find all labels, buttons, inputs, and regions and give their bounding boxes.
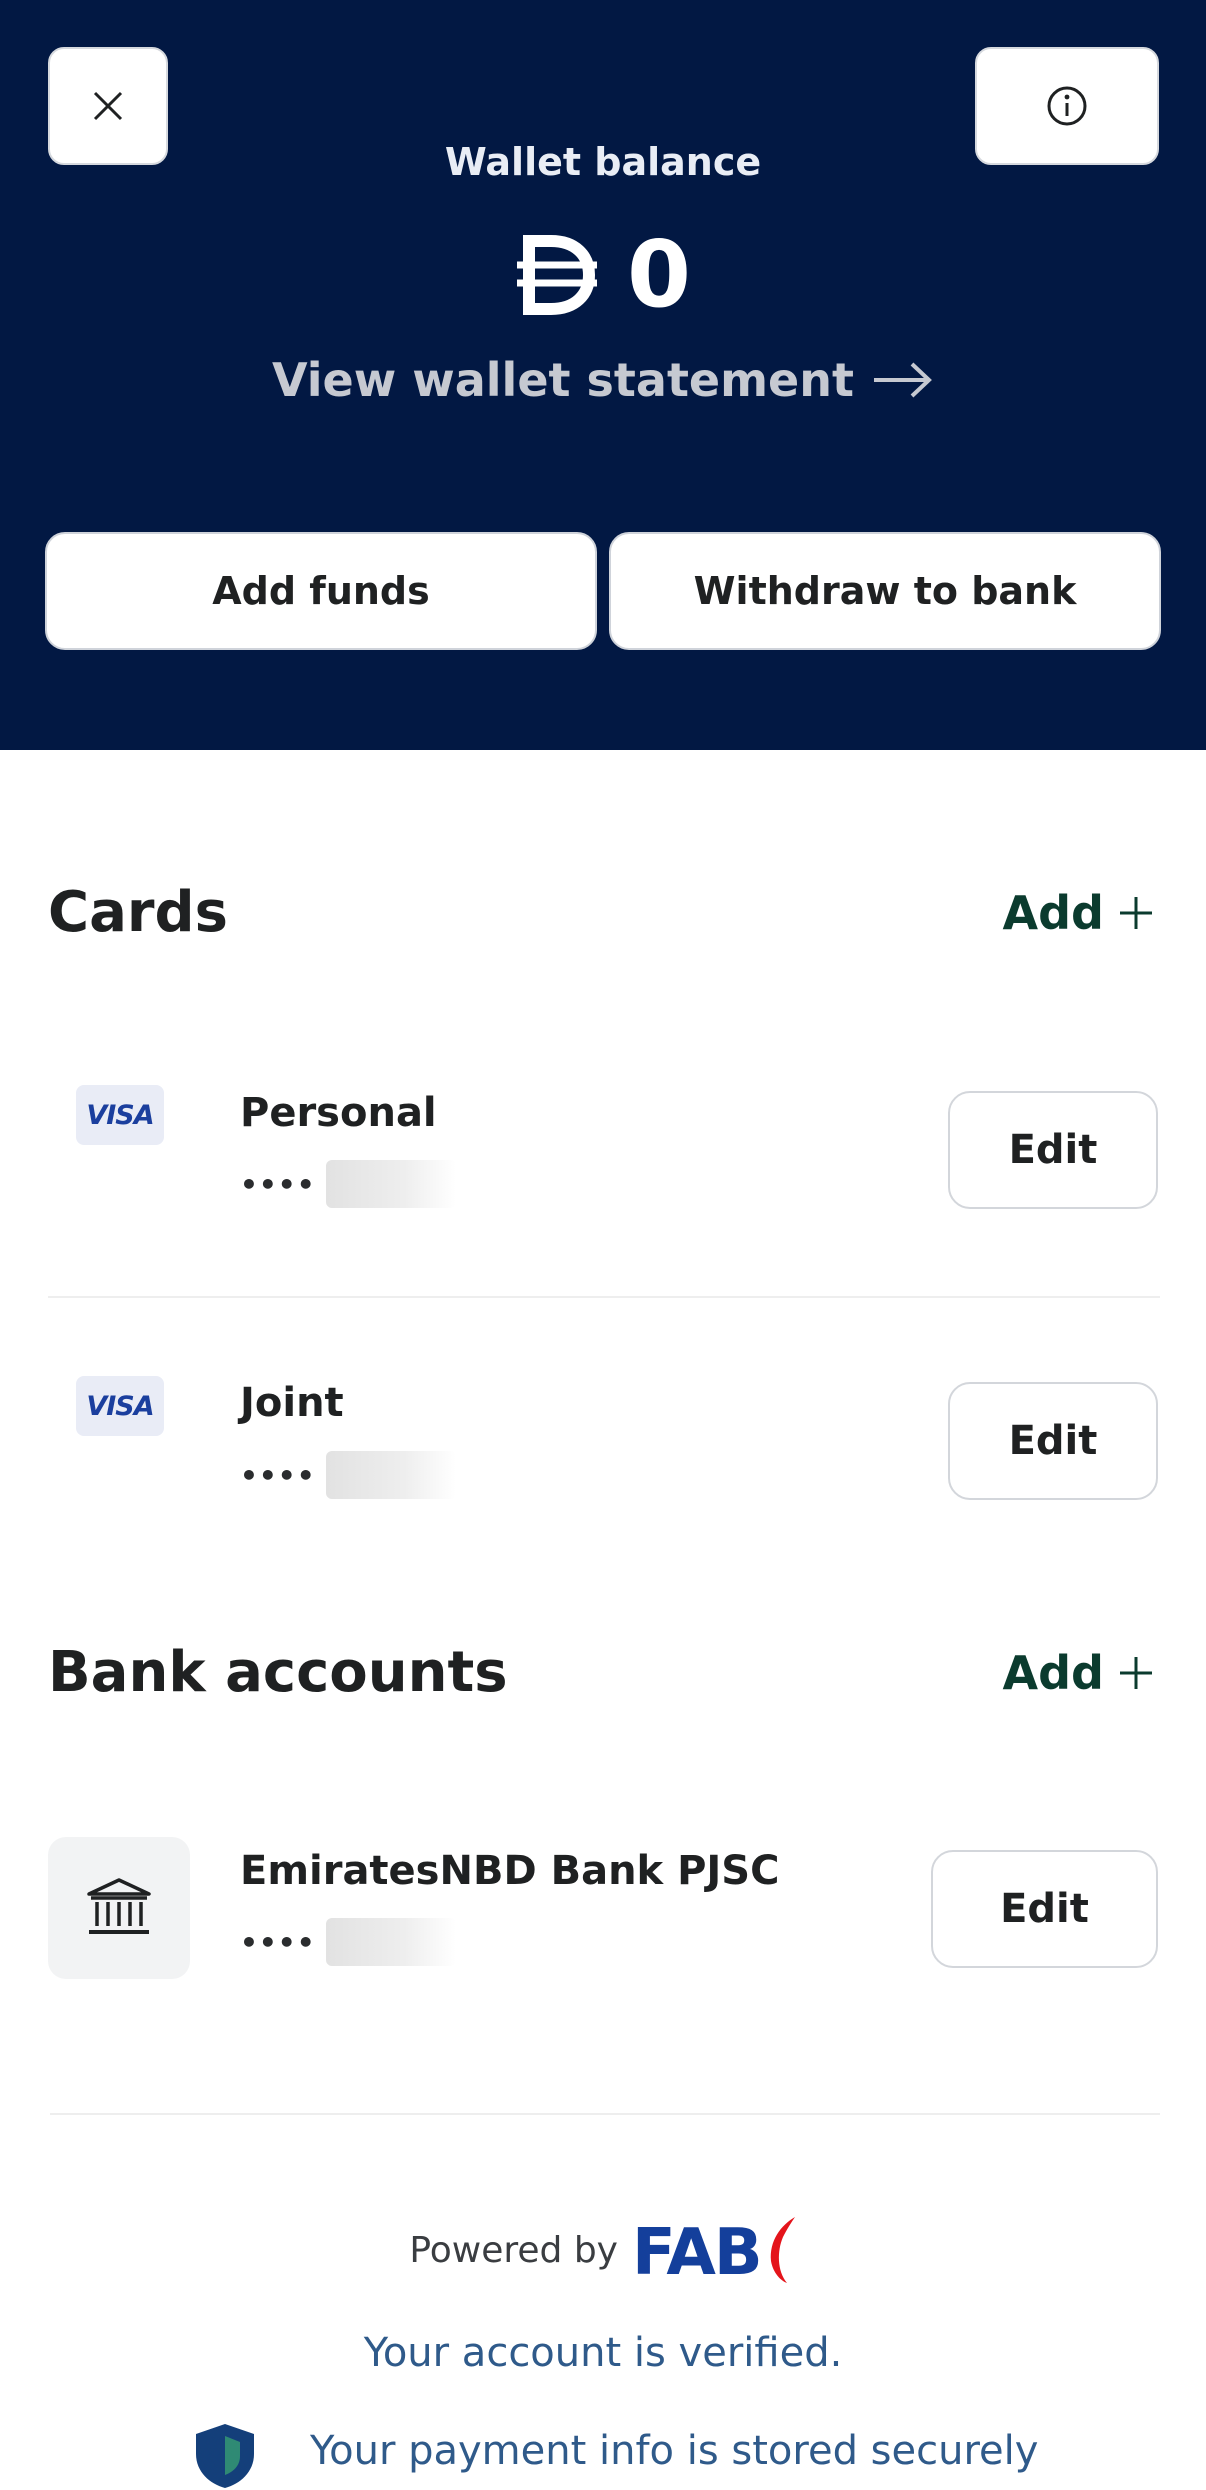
cards-title: Cards: [48, 880, 228, 945]
powered-by-label: Powered by: [409, 2229, 618, 2271]
card-number-masked: ••••: [240, 1160, 456, 1208]
powered-by: Powered by FAB: [0, 2210, 1206, 2290]
bank-accounts-title: Bank accounts: [48, 1640, 508, 1705]
withdraw-to-bank-button[interactable]: Withdraw to bank: [609, 532, 1161, 650]
redacted-digits: [325, 1451, 456, 1499]
card-name: Joint: [240, 1380, 344, 1426]
add-bank-label: Add: [1002, 1646, 1104, 1700]
bank-icon: [87, 1878, 151, 1934]
add-card-label: Add: [1002, 886, 1104, 940]
card-number-masked: ••••: [240, 1451, 456, 1499]
account-number-masked: ••••: [240, 1918, 456, 1966]
add-bank-account-button[interactable]: Add: [1003, 1646, 1154, 1700]
visa-logo: VISA: [76, 1085, 164, 1145]
plus-icon: [1120, 1657, 1152, 1689]
fab-logo-text: FAB: [631, 2216, 763, 2290]
edit-bank-button[interactable]: Edit: [931, 1850, 1158, 1968]
add-card-button[interactable]: Add: [1003, 886, 1154, 940]
edit-card-button[interactable]: Edit: [948, 1382, 1158, 1500]
secure-storage-text: Your payment info is stored securely: [310, 2428, 1039, 2474]
wallet-balance: 0: [0, 220, 1206, 330]
view-statement-link[interactable]: View wallet statement: [0, 345, 1206, 415]
shield-icon: [196, 2424, 254, 2488]
wallet-header: Wallet balance 0 View wallet statement A…: [0, 0, 1206, 750]
dirham-icon: [516, 235, 597, 315]
mask-dots: ••••: [240, 1925, 316, 1959]
fab-swoosh-icon: [770, 2217, 795, 2283]
divider: [48, 1296, 1160, 1298]
mask-dots: ••••: [240, 1167, 316, 1201]
card-name: Personal: [240, 1090, 437, 1136]
arrow-right-icon: [874, 362, 932, 398]
bank-icon-container: [48, 1837, 190, 1979]
add-funds-button[interactable]: Add funds: [45, 532, 597, 650]
account-verified-text: Your account is verified.: [363, 2330, 843, 2376]
info-icon: [1047, 86, 1087, 126]
visa-logo: VISA: [76, 1376, 164, 1436]
balance-amount: 0: [626, 221, 691, 328]
wallet-balance-label: Wallet balance: [444, 140, 762, 184]
secure-info: Your payment info is stored securely: [190, 2420, 1039, 2488]
close-icon: [93, 91, 123, 121]
redacted-digits: [325, 1918, 456, 1966]
fab-logo: FAB: [632, 2215, 797, 2285]
plus-icon: [1120, 897, 1152, 929]
divider: [50, 2113, 1160, 2115]
mask-dots: ••••: [240, 1458, 316, 1492]
bank-name: EmiratesNBD Bank PJSC: [240, 1848, 780, 1894]
redacted-digits: [325, 1160, 456, 1208]
view-statement-label: View wallet statement: [271, 353, 854, 407]
edit-card-button[interactable]: Edit: [948, 1091, 1158, 1209]
